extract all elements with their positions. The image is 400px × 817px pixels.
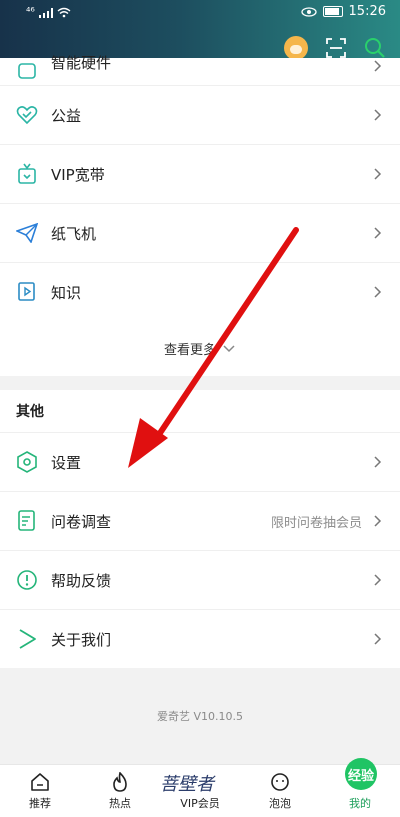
vip-logo: 菩壁者	[160, 774, 214, 795]
menu-item-help-feedback[interactable]: 帮助反馈	[0, 551, 400, 610]
book-play-icon	[16, 281, 38, 303]
menu-item-settings[interactable]: 设置	[0, 433, 400, 492]
survey-hint: 限时问卷抽会员	[270, 515, 362, 531]
menu-item-label: 设置	[51, 453, 82, 472]
menu-item-label: 公益	[51, 106, 82, 125]
chevron-right-icon	[372, 59, 384, 72]
about-play-icon	[16, 628, 38, 650]
chevron-down-icon	[223, 344, 235, 352]
chevron-right-icon	[372, 574, 384, 586]
signal-text: ⁴⁶	[26, 5, 35, 18]
chevron-right-icon	[372, 456, 384, 468]
chevron-right-icon	[372, 633, 384, 645]
menu-item-survey[interactable]: 问卷调查 限时问卷抽会员	[0, 492, 400, 551]
menu-item-label: VIP宽带	[51, 165, 105, 184]
see-more-button[interactable]: 查看更多	[0, 321, 400, 376]
paper-plane-icon	[16, 222, 38, 244]
status-left: ⁴⁶	[26, 5, 71, 18]
heart-check-icon	[16, 104, 38, 126]
section-title-other: 其他	[0, 390, 400, 433]
tab-label: VIP会员	[180, 797, 220, 810]
mine-badge[interactable]: 经验	[345, 758, 377, 790]
wifi-icon	[57, 7, 71, 18]
flame-icon	[109, 771, 131, 793]
menu-item-charity[interactable]: 公益	[0, 86, 400, 145]
app-version: 爱奇艺 V10.10.5	[156, 710, 243, 723]
tab-bubble[interactable]: 泡泡	[240, 765, 320, 817]
router-icon	[16, 163, 38, 185]
battery-icon	[322, 6, 343, 17]
smart-hardware-icon	[16, 61, 38, 83]
eye-icon	[300, 6, 317, 17]
tab-label: 泡泡	[269, 797, 291, 810]
home-icon	[29, 771, 51, 793]
status-right: 15:26	[300, 4, 386, 19]
tab-recommend[interactable]: 推荐	[0, 765, 80, 817]
menu-item-smart-hardware[interactable]: 智能硬件	[0, 54, 400, 86]
see-more-label: 查看更多	[163, 343, 216, 358]
tab-label: 推荐	[29, 797, 51, 810]
chevron-right-icon	[372, 168, 384, 180]
menu-item-label: 问卷调查	[51, 512, 112, 531]
menu-item-label: 智能硬件	[51, 54, 112, 72]
menu-item-label: 知识	[51, 283, 82, 302]
status-time: 15:26	[348, 4, 386, 19]
menu-item-label: 纸飞机	[51, 224, 97, 243]
menu-item-knowledge[interactable]: 知识	[0, 263, 400, 321]
menu-item-vip-broadband[interactable]: VIP宽带	[0, 145, 400, 204]
chevron-right-icon	[372, 515, 384, 527]
chevron-right-icon	[372, 286, 384, 298]
signal-icon	[38, 8, 53, 18]
tab-label: 我的	[349, 797, 371, 810]
menu-item-paper-plane[interactable]: 纸飞机	[0, 204, 400, 263]
chevron-right-icon	[372, 227, 384, 239]
section-divider	[0, 376, 400, 390]
menu-item-label: 帮助反馈	[51, 571, 112, 590]
tab-hot[interactable]: 热点	[80, 765, 160, 817]
chevron-right-icon	[372, 109, 384, 121]
help-exclamation-icon	[16, 569, 38, 591]
tab-label: 热点	[109, 797, 131, 810]
settings-hexagon-icon	[16, 451, 38, 473]
menu-item-about-us[interactable]: 关于我们	[0, 610, 400, 668]
bubble-face-icon	[269, 771, 291, 793]
survey-icon	[16, 510, 38, 532]
menu-item-label: 关于我们	[51, 630, 112, 649]
menu-sheet: 智能硬件 公益 VIP宽带 纸飞机 知识 查看更多 其他 设置 问卷调查 限时问…	[0, 54, 400, 668]
